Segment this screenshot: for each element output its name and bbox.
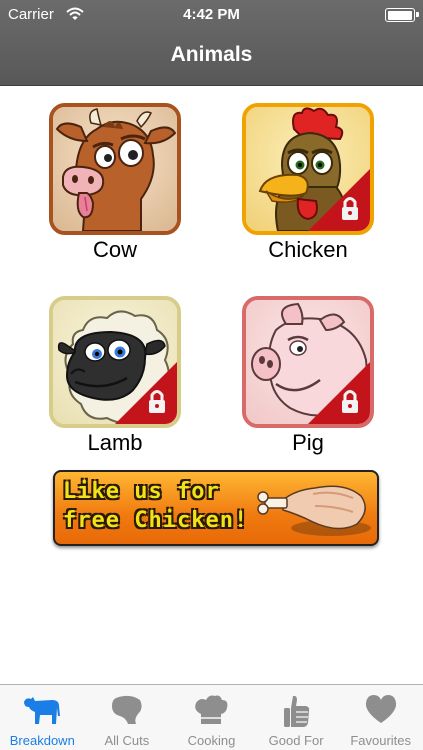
tab-label-all-cuts: All Cuts xyxy=(104,733,150,748)
animal-label-lamb: Lamb xyxy=(87,430,143,455)
tab-breakdown[interactable]: Breakdown xyxy=(0,685,85,750)
page-title: Animals xyxy=(170,43,253,66)
lock-icon xyxy=(308,169,370,231)
tab-label-good-for: Good For xyxy=(268,733,324,748)
heart-icon xyxy=(338,694,423,728)
animal-tile-pig[interactable] xyxy=(242,296,374,428)
tab-favourites[interactable]: Favourites xyxy=(338,685,423,750)
promo-text: Like us for free Chicken! xyxy=(63,477,248,535)
tab-good-for[interactable]: Good For xyxy=(254,685,339,750)
thumbs-up-icon xyxy=(254,694,339,728)
animal-tile-lamb[interactable] xyxy=(49,296,181,428)
cow-silhouette-icon xyxy=(0,694,85,728)
tab-label-breakdown: Breakdown xyxy=(9,733,75,748)
status-bar: Carrier 4:42 PM xyxy=(0,0,423,30)
tab-cooking[interactable]: Cooking xyxy=(169,685,254,750)
cow-icon xyxy=(53,107,177,231)
tab-bar: Breakdown All Cuts Cooking Good For Favo… xyxy=(0,684,423,750)
drumstick-icon xyxy=(257,485,371,536)
battery-icon xyxy=(385,8,419,22)
lock-icon xyxy=(115,362,177,424)
tab-label-favourites: Favourites xyxy=(350,733,412,748)
facebook-like-promo-banner[interactable]: Like us for free Chicken! xyxy=(53,470,379,546)
animal-label-cow: Cow xyxy=(92,237,137,262)
tab-all-cuts[interactable]: All Cuts xyxy=(85,685,170,750)
promo-line-2: free Chicken! xyxy=(63,508,249,533)
navigation-header: Carrier 4:42 PM Animals xyxy=(0,0,423,86)
tab-label-cooking: Cooking xyxy=(187,733,236,748)
animal-tile-cow[interactable] xyxy=(49,103,181,235)
meat-cut-icon xyxy=(85,694,170,728)
promo-line-1: Like us for xyxy=(63,479,220,504)
status-time: 4:42 PM xyxy=(183,6,240,23)
animal-label-pig: Pig xyxy=(292,430,324,455)
animal-tile-chicken[interactable] xyxy=(242,103,374,235)
animal-label-chicken: Chicken xyxy=(268,237,348,262)
lock-icon xyxy=(308,362,370,424)
chef-hat-icon xyxy=(169,694,254,728)
